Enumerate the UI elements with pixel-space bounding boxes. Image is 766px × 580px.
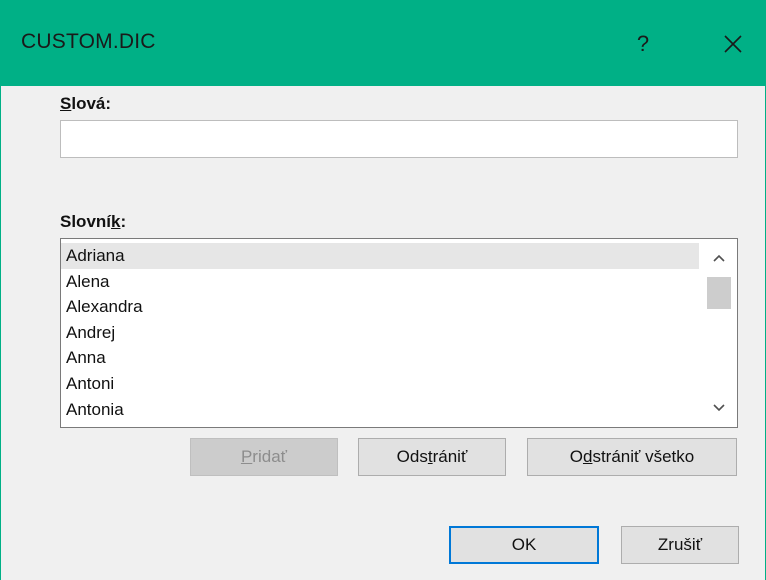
remove-all-button[interactable]: Od strániť všetko	[527, 438, 737, 476]
help-icon: ?	[636, 31, 650, 56]
list-item[interactable]: Alexandra	[61, 294, 699, 320]
ok-button[interactable]: OK	[449, 526, 599, 564]
scroll-up-button[interactable]	[701, 243, 737, 273]
scroll-down-button[interactable]	[701, 393, 737, 423]
dictionary-items: Adriana Alena Alexandra Andrej Anna Anto…	[61, 243, 699, 422]
scroll-thumb[interactable]	[707, 277, 731, 309]
dictionary-label: Slovník:	[60, 212, 127, 231]
words-input[interactable]	[60, 120, 738, 158]
list-item[interactable]: Andrej	[61, 320, 699, 346]
list-item[interactable]: Antonia	[61, 397, 699, 423]
list-scrollbar[interactable]	[701, 239, 737, 427]
remove-button[interactable]: Ods t rániť	[358, 438, 506, 476]
dialog-title: CUSTOM.DIC	[21, 30, 156, 53]
close-icon	[724, 35, 742, 53]
cancel-button[interactable]: Zrušiť	[621, 526, 739, 564]
words-label: Slová:	[60, 94, 112, 113]
help-button[interactable]: ?	[621, 22, 665, 66]
list-item[interactable]: Alena	[61, 269, 699, 295]
list-item[interactable]: Adriana	[61, 243, 699, 269]
chevron-down-icon	[713, 404, 725, 412]
chevron-up-icon	[713, 254, 725, 262]
dictionary-listbox[interactable]: Adriana Alena Alexandra Andrej Anna Anto…	[60, 238, 738, 428]
close-button[interactable]	[711, 22, 755, 66]
list-item[interactable]: Antoni	[61, 371, 699, 397]
title-bar: CUSTOM.DIC ?	[1, 0, 766, 86]
custom-dictionary-dialog: CUSTOM.DIC ? Slová: Slovník: Adriana Ale…	[0, 0, 766, 580]
add-button[interactable]: Pridať	[190, 438, 338, 476]
list-item[interactable]: Anna	[61, 345, 699, 371]
